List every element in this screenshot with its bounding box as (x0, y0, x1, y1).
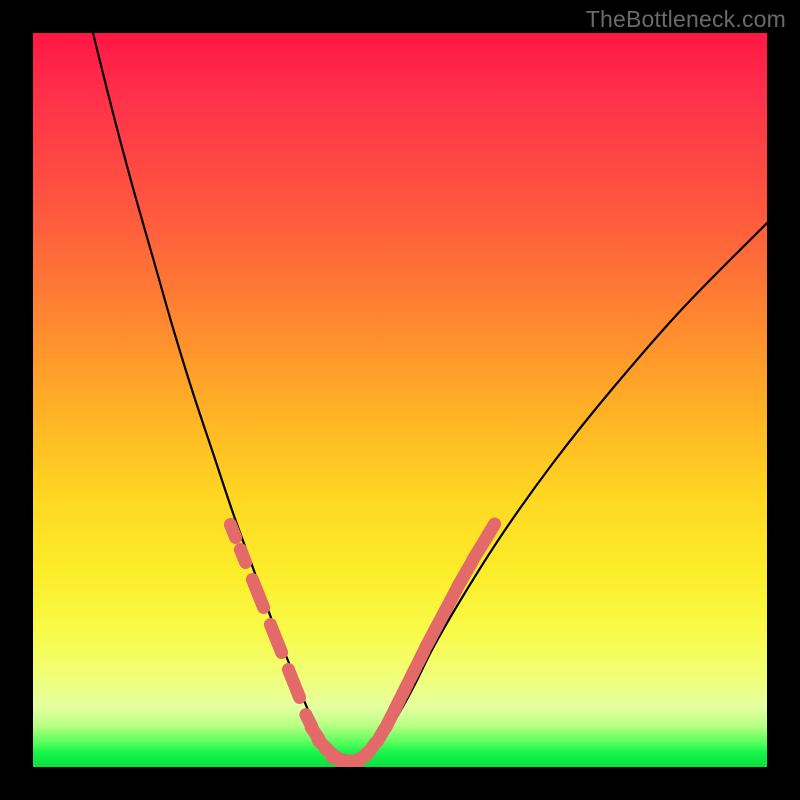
highlight-dot (230, 525, 235, 538)
highlight-dot (240, 550, 245, 563)
bottleneck-curve (93, 33, 767, 763)
highlight-dot (258, 595, 263, 608)
chart-frame: TheBottleneck.com (0, 0, 800, 800)
watermark-text: TheBottleneck.com (586, 6, 786, 33)
highlight-dot (487, 524, 494, 536)
highlight-dot (294, 685, 299, 698)
highlight-dot (276, 640, 281, 653)
curve-layer (33, 33, 767, 767)
plot-area (33, 33, 767, 767)
highlight-dots (230, 524, 494, 764)
